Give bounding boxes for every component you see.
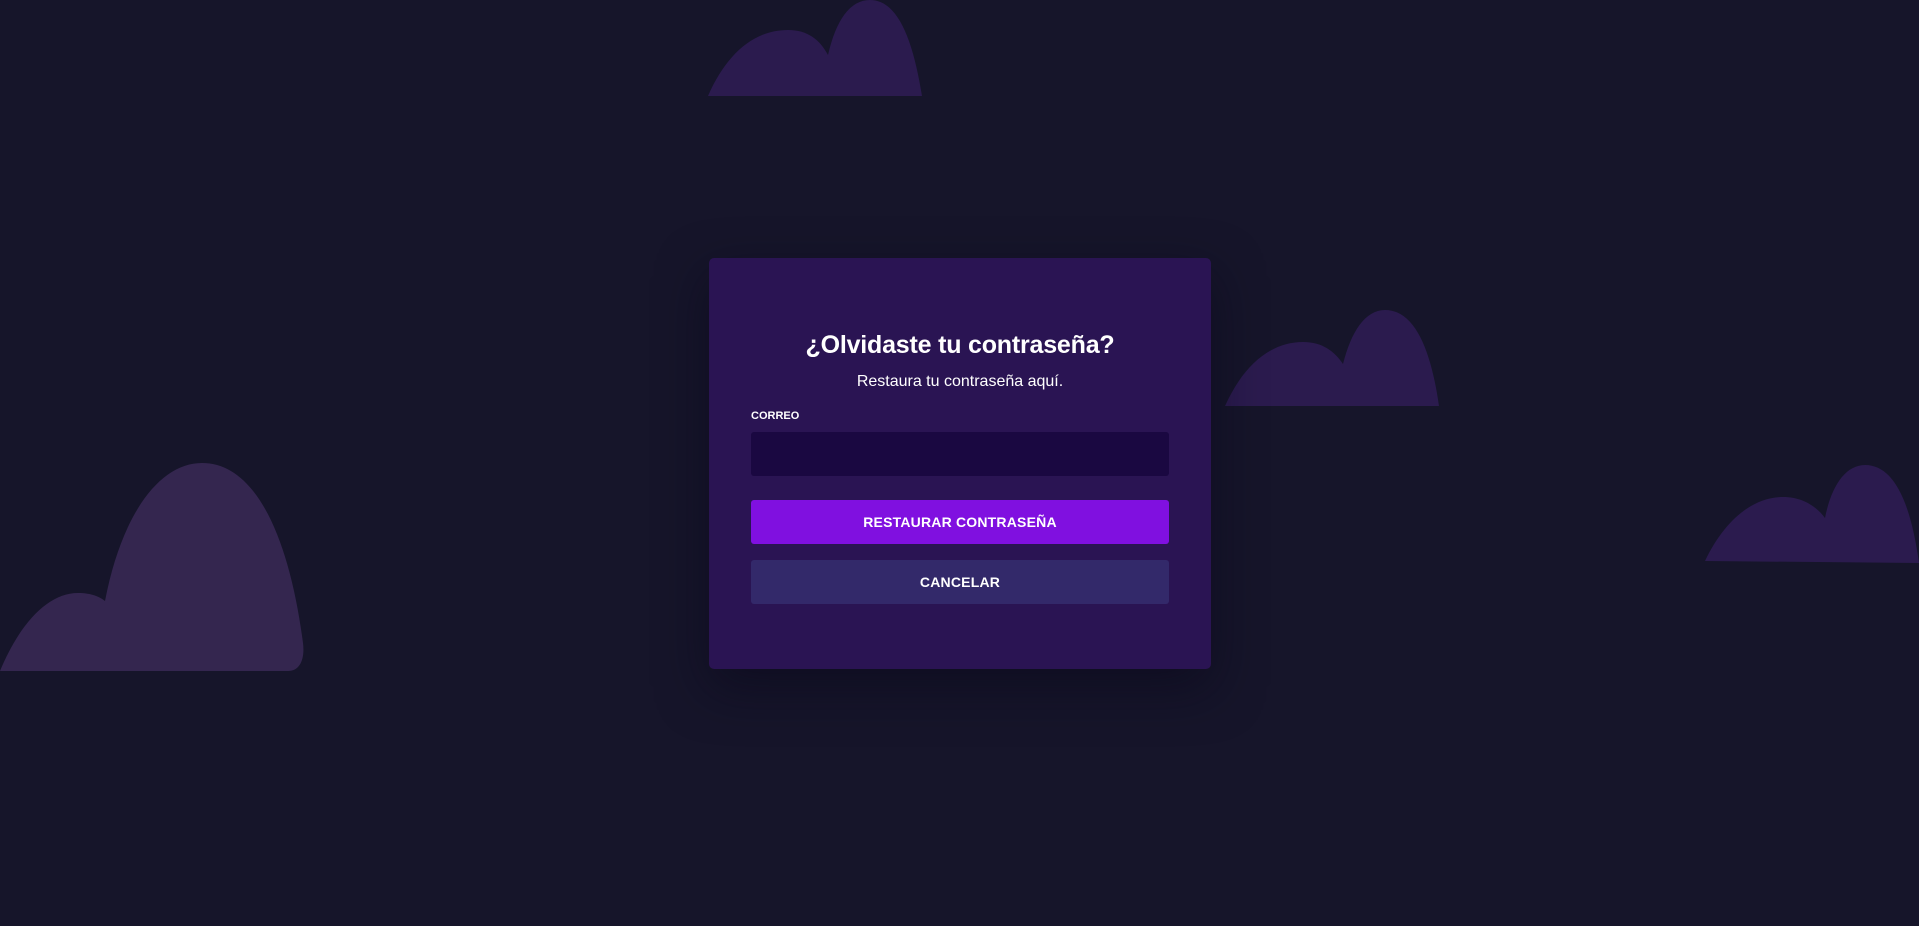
cancel-button[interactable]: CANCELAR (751, 560, 1169, 604)
cloud-shape (708, 0, 922, 96)
forgot-password-card: ¿Olvidaste tu contraseña? Restaura tu co… (709, 258, 1211, 669)
cloud-shape (1225, 310, 1439, 406)
cloud-shape (1705, 465, 1919, 563)
page-subtitle: Restaura tu contraseña aquí. (856, 373, 1064, 390)
email-label: CORREO (751, 410, 800, 422)
email-field[interactable] (751, 432, 1169, 476)
cloud-shape (0, 463, 304, 671)
restore-password-button[interactable]: RESTAURAR CONTRASEÑA (751, 500, 1169, 544)
page-title: ¿Olvidaste tu contraseña? (805, 331, 1115, 359)
